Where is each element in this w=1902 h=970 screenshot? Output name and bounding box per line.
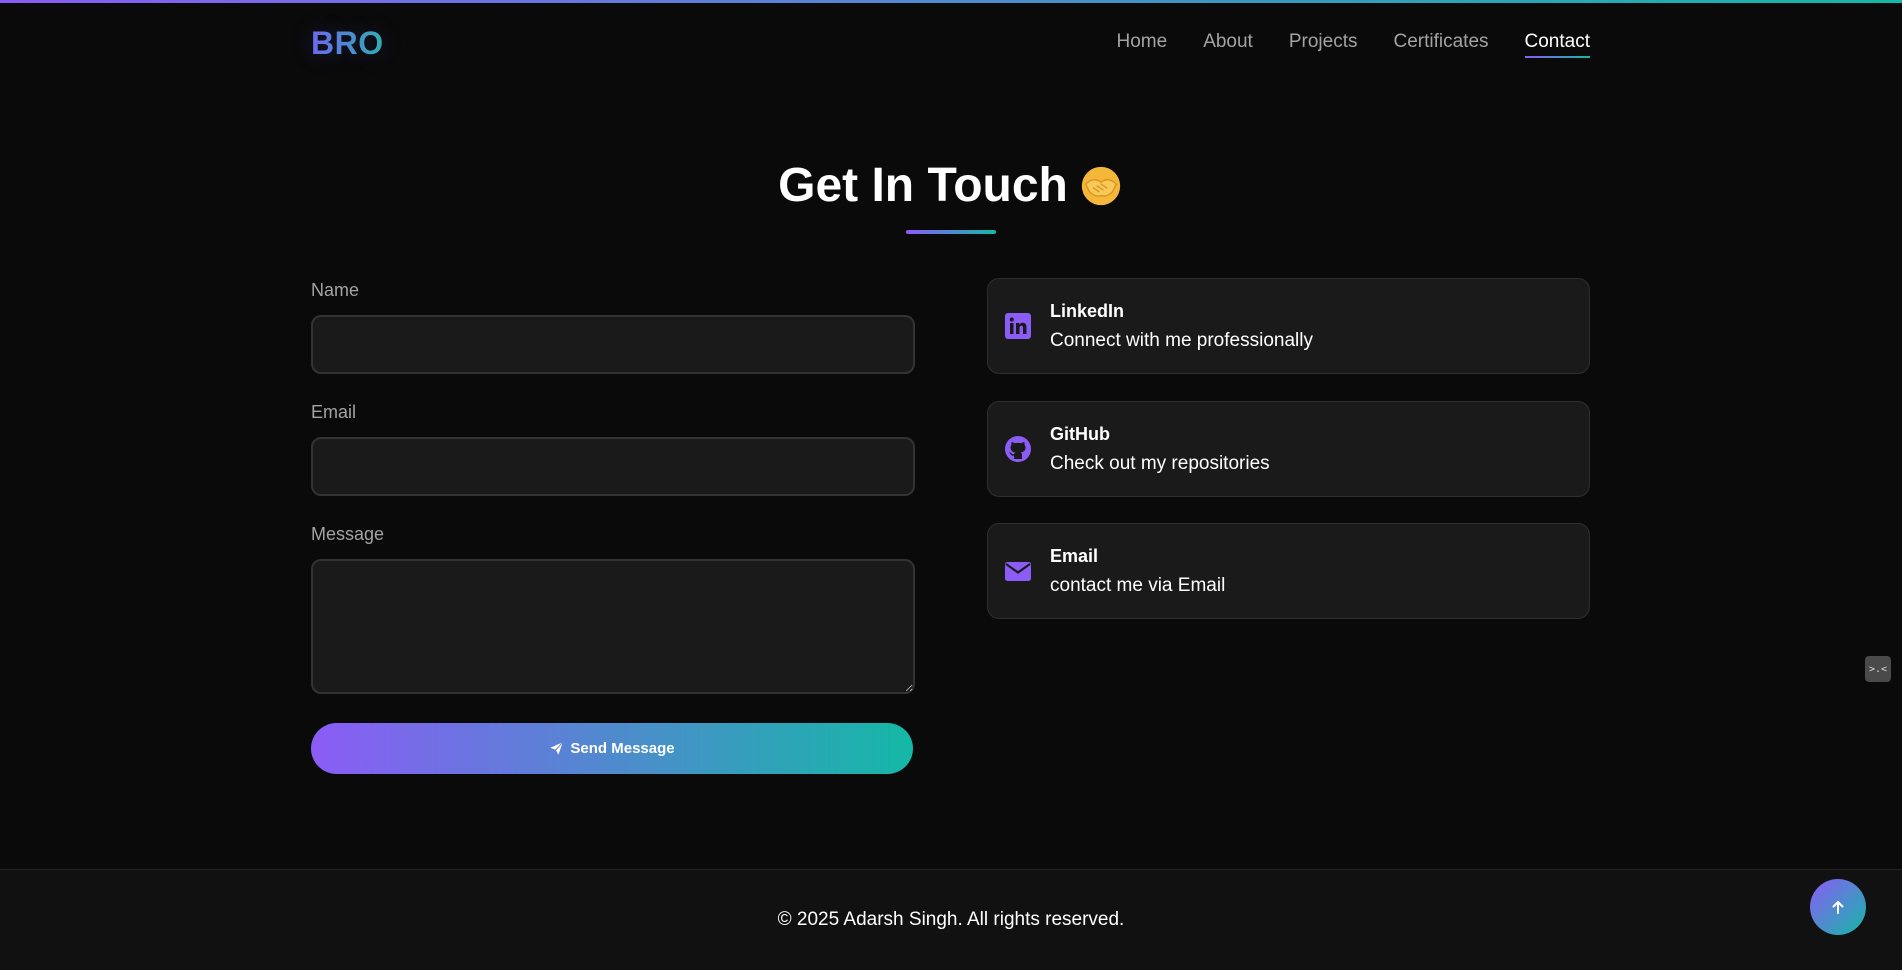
linkedin-card-description: Connect with me professionally — [1050, 329, 1313, 351]
github-card-description: Check out my repositories — [1050, 452, 1270, 474]
github-card-title: GitHub — [1050, 423, 1110, 444]
page-title: Get In Touch — [778, 158, 1124, 213]
nav-home[interactable]: Home — [1117, 31, 1168, 53]
message-label: Message — [311, 524, 385, 544]
logo[interactable]: BRO — [311, 25, 384, 62]
email-label: Email — [311, 402, 357, 422]
nav-projects[interactable]: Projects — [1289, 31, 1358, 53]
title-underline — [906, 230, 996, 234]
send-message-label: Send Message — [570, 740, 675, 757]
navbar: BRO Home About Projects Certificates Con… — [0, 3, 1902, 83]
email-card-text: Email contact me via Email — [1050, 546, 1225, 597]
paper-plane-icon — [550, 741, 564, 755]
name-label: Name — [311, 280, 360, 300]
github-icon — [1005, 436, 1031, 462]
section-header: Get In Touch — [0, 158, 1902, 213]
linkedin-card-text: LinkedIn Connect with me professionally — [1050, 301, 1313, 352]
message-textarea[interactable] — [311, 559, 915, 694]
side-widget[interactable]: >.< — [1865, 656, 1891, 682]
name-field-group: Name — [311, 280, 915, 374]
nav-about[interactable]: About — [1203, 31, 1253, 53]
linkedin-card-title: LinkedIn — [1050, 300, 1125, 321]
nav-contact[interactable]: Contact — [1524, 31, 1591, 58]
email-field-group: Email — [311, 402, 915, 496]
footer: © 2025 Adarsh Singh. All rights reserved… — [0, 869, 1902, 970]
linkedin-icon — [1005, 313, 1031, 339]
email-input[interactable] — [311, 437, 915, 496]
handshake-icon — [1081, 166, 1121, 205]
message-field-group: Message — [311, 524, 915, 699]
contact-card-email[interactable]: Email contact me via Email — [987, 523, 1590, 619]
scroll-to-top-button[interactable] — [1810, 879, 1866, 935]
arrow-up-icon — [1832, 901, 1844, 914]
github-card-text: GitHub Check out my repositories — [1050, 424, 1270, 475]
name-input[interactable] — [311, 315, 915, 374]
email-card-description: contact me via Email — [1050, 574, 1226, 596]
envelope-icon — [1005, 562, 1031, 581]
side-widget-glyph: >.< — [1868, 663, 1888, 675]
nav-certificates[interactable]: Certificates — [1393, 31, 1488, 53]
contact-card-linkedin[interactable]: LinkedIn Connect with me professionally — [987, 278, 1590, 374]
send-message-button[interactable]: Send Message — [311, 723, 913, 774]
email-card-title: Email — [1050, 545, 1099, 566]
contact-card-github[interactable]: GitHub Check out my repositories — [987, 401, 1590, 497]
footer-copyright: © 2025 Adarsh Singh. All rights reserved… — [777, 909, 1125, 930]
page-title-text: Get In Touch — [778, 159, 1068, 212]
nav-links: Home About Projects Certificates Contact — [1117, 31, 1591, 58]
contact-form: Name Email Message Send Message — [311, 280, 915, 774]
